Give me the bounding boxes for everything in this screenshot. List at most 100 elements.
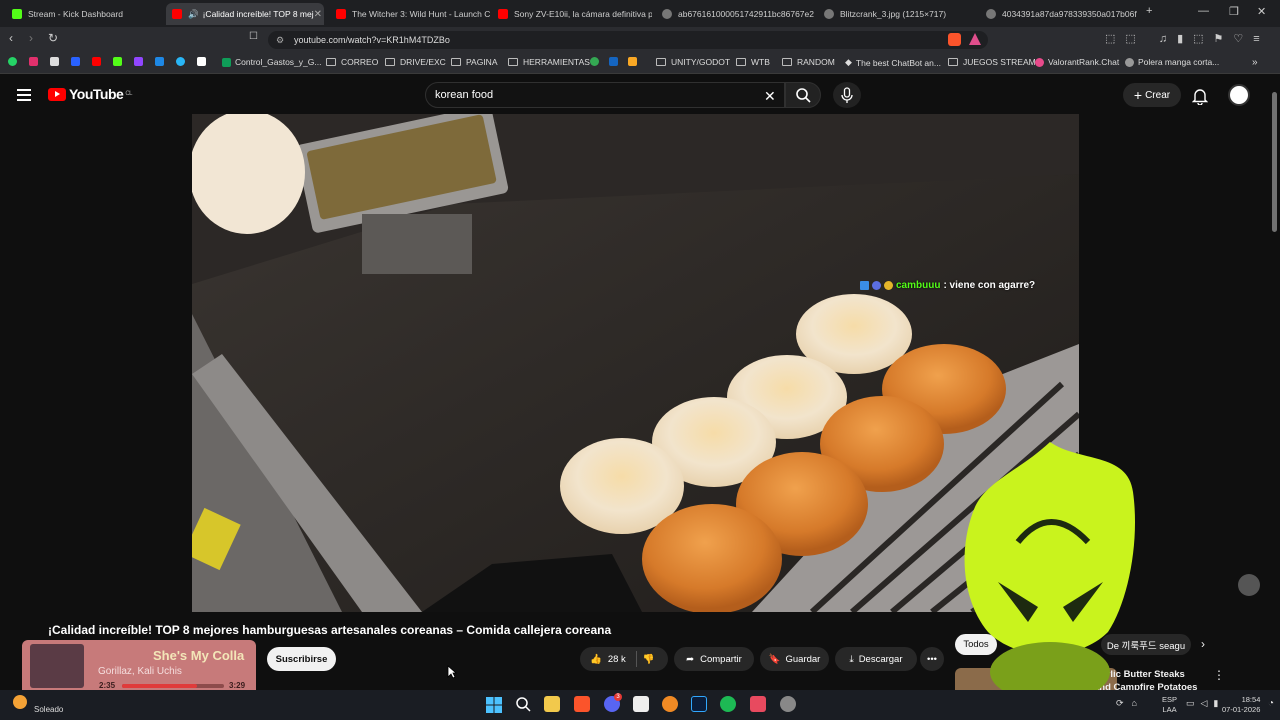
tab-kick-dashboard[interactable]: Stream - Kick Dashboard xyxy=(6,3,164,25)
blender-icon[interactable] xyxy=(662,696,678,712)
whatsapp-icon[interactable] xyxy=(8,57,17,66)
restore-icon[interactable]: ❐ xyxy=(1229,5,1239,18)
bookmark-folder-herramientas[interactable]: HERRAMIENTAS xyxy=(508,57,590,67)
bookmark-folder-correo[interactable]: CORREO xyxy=(326,57,378,67)
tab-image-2[interactable]: 4034391a87da978339350a017b06f xyxy=(980,3,1138,25)
notifications-icon[interactable] xyxy=(1191,87,1209,110)
bookmark-polera[interactable]: Polera manga corta... xyxy=(1125,57,1219,67)
globe-icon xyxy=(986,9,996,19)
download-button[interactable]: ⤓ Descargar xyxy=(835,647,917,671)
folder-icon xyxy=(736,58,746,66)
bookmark-label: RANDOM xyxy=(797,57,835,67)
search-input[interactable]: korean food xyxy=(425,82,785,108)
bookmark-app-icon[interactable] xyxy=(628,57,637,66)
bookmark-folder-random[interactable]: RANDOM xyxy=(782,57,835,67)
windows-start-icon[interactable] xyxy=(486,697,502,718)
weather-sun-icon[interactable] xyxy=(13,695,27,709)
clock[interactable]: 18:54 07-01-2026 xyxy=(1222,695,1260,715)
bookmark-control-gastos[interactable]: Control_Gastos_y_G... xyxy=(222,57,321,67)
chevron-right-icon[interactable]: › xyxy=(1201,637,1205,651)
subscribe-button[interactable]: Suscribirse xyxy=(267,647,336,671)
app-icon[interactable] xyxy=(780,696,796,712)
more-actions-icon[interactable]: ••• xyxy=(920,647,944,671)
avatar[interactable] xyxy=(1228,84,1250,106)
bookmark-icon[interactable]: ☐ xyxy=(249,31,258,42)
youtube-icon[interactable] xyxy=(92,57,101,66)
tab-witcher[interactable]: The Witcher 3: Wild Hunt - Launch C xyxy=(330,3,490,25)
save-button[interactable]: 🔖 Guardar xyxy=(760,647,829,671)
instagram-icon[interactable] xyxy=(29,57,38,66)
reload-icon[interactable]: ↻ xyxy=(48,31,58,45)
bookmark-app-icon[interactable] xyxy=(71,57,80,66)
share-button[interactable]: ➦ Compartir xyxy=(674,647,754,671)
forward-icon[interactable]: › xyxy=(29,31,33,45)
search-button[interactable] xyxy=(785,82,821,108)
close-tab-icon[interactable]: ✕ xyxy=(314,9,322,20)
bookmark-folder-pagina[interactable]: PAGINA xyxy=(451,57,498,67)
bookmark-folder-drive[interactable]: DRIVE/EXC xyxy=(385,57,446,67)
minimize-icon[interactable]: — xyxy=(1198,5,1209,17)
bookmark-app-icon[interactable] xyxy=(155,57,164,66)
like-icon[interactable]: 👍 xyxy=(590,654,602,665)
folder-icon xyxy=(385,58,395,66)
youtube-icon xyxy=(336,9,346,19)
tab-blitzcrank[interactable]: Blitzcrank_3.jpg (1215×717) xyxy=(818,3,976,25)
kick-icon[interactable] xyxy=(113,57,122,66)
share-icon: ➦ xyxy=(686,653,695,665)
photoshop-icon[interactable] xyxy=(691,696,707,712)
video-player[interactable] xyxy=(192,114,1079,612)
file-explorer-icon[interactable] xyxy=(544,696,560,712)
youtube-logo[interactable]: YouTube CL xyxy=(48,86,132,102)
time: 18:54 xyxy=(1241,695,1261,704)
bookmark-label: CORREO xyxy=(341,57,379,67)
notification-center-icon[interactable]: ◔ xyxy=(1268,698,1274,709)
valorant-icon[interactable] xyxy=(750,696,766,712)
chat-text: : viene con agarre? xyxy=(943,280,1036,291)
close-window-icon[interactable]: ✕ xyxy=(1257,5,1266,18)
brave-shields-icon[interactable] xyxy=(948,33,961,46)
twitch-icon[interactable] xyxy=(134,57,143,66)
taskbar-search-icon[interactable] xyxy=(515,696,531,717)
bookmark-app-icon[interactable] xyxy=(609,57,618,66)
site-settings-icon[interactable]: ⚙ xyxy=(276,35,284,46)
bookmark-app-icon[interactable] xyxy=(590,57,599,66)
more-bookmarks-icon[interactable]: » xyxy=(1252,57,1258,68)
network-volume-battery-icons[interactable]: ▭◁▮ xyxy=(1186,698,1224,709)
menu-icon[interactable] xyxy=(17,89,31,101)
gmail-icon[interactable] xyxy=(197,57,206,66)
mic-icon xyxy=(841,87,853,103)
system-tray-icons[interactable]: ⟳⌂ xyxy=(1116,698,1145,709)
extension-icons[interactable]: ⬚⬚ ♫▮⬚⚑♡≡ xyxy=(1105,32,1270,45)
page-scrollbar[interactable] xyxy=(1272,92,1277,232)
spotify-icon[interactable] xyxy=(720,696,736,712)
create-button[interactable]: + Crear xyxy=(1123,83,1181,107)
url-field[interactable]: youtube.com/watch?v=KR1hM4TDZBo xyxy=(268,31,988,49)
tab-youtube-video[interactable]: 🔊 ¡Calidad increíble! TOP 8 mej ✕ xyxy=(166,3,324,25)
brave-rewards-icon[interactable] xyxy=(969,33,981,45)
x-icon[interactable] xyxy=(50,57,59,66)
telegram-icon[interactable] xyxy=(176,57,185,66)
youtube-icon xyxy=(172,9,182,19)
bookmark-chatbot[interactable]: ◆ The best ChatBot an... xyxy=(845,57,941,68)
brave-browser-icon[interactable] xyxy=(574,696,590,712)
back-icon[interactable]: ‹ xyxy=(9,31,13,45)
tab-sony[interactable]: Sony ZV-E10ii, la cámara definitiva p xyxy=(492,3,652,25)
tab-image-1[interactable]: ab6761610000517429​11bc86767e2 xyxy=(656,3,814,25)
tab-label: The Witcher 3: Wild Hunt - Launch C xyxy=(352,9,490,19)
more-vert-icon[interactable]: ⋮ xyxy=(1213,668,1225,682)
bookmark-folder-unity[interactable]: UNITY/GODOT xyxy=(656,57,730,67)
new-tab-icon[interactable]: + xyxy=(1146,5,1152,17)
bookmark-valorantrank[interactable]: ValorantRank.Chat xyxy=(1035,57,1119,67)
bookmark-folder-juegos[interactable]: JUEGOS STREAM xyxy=(948,57,1036,67)
discord-notification-badge: 3 xyxy=(614,693,622,701)
overlay-paw-icon[interactable] xyxy=(1238,574,1260,596)
like-count[interactable]: 28 k xyxy=(608,654,626,665)
progress-track[interactable] xyxy=(122,684,224,688)
bookmark-folder-wtb[interactable]: WTB xyxy=(736,57,770,67)
input-language[interactable]: ESP LAA xyxy=(1162,695,1177,715)
dislike-icon[interactable]: 👎 xyxy=(643,654,655,665)
voice-search-button[interactable] xyxy=(833,82,861,108)
notion-icon[interactable] xyxy=(633,696,649,712)
weather-label[interactable]: Soleado xyxy=(34,705,63,714)
clear-search-icon[interactable]: ✕ xyxy=(764,88,776,105)
